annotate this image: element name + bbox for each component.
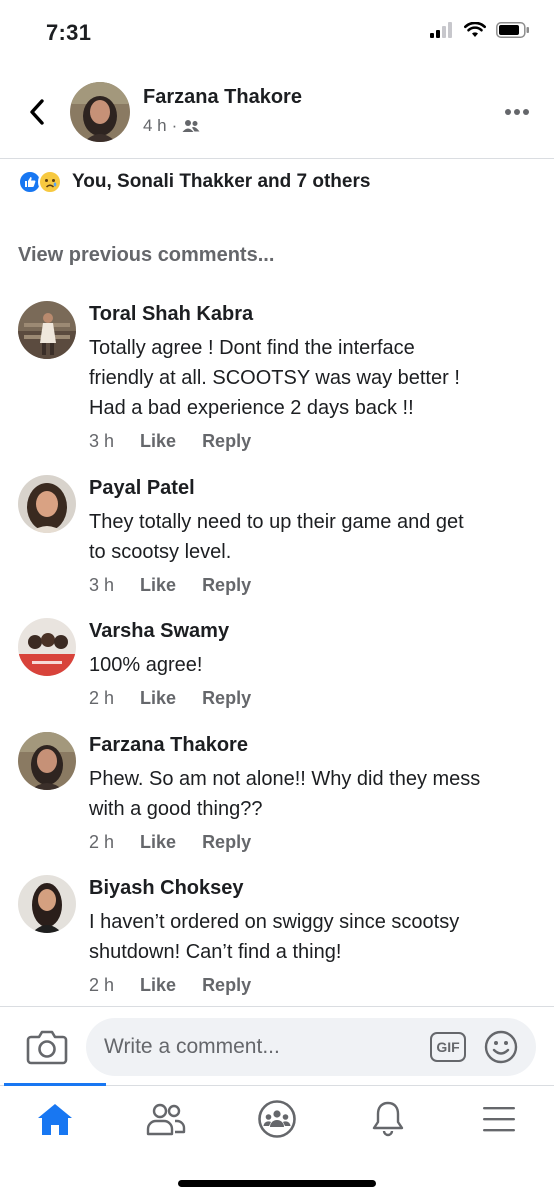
tab-friends[interactable] — [111, 1092, 221, 1146]
tab-notifications[interactable] — [333, 1092, 443, 1146]
reactions-summary[interactable]: You, Sonali Thakker and 7 others — [18, 168, 370, 196]
more-options-button[interactable] — [502, 100, 532, 124]
like-button[interactable]: Like — [140, 832, 176, 853]
tab-menu[interactable] — [444, 1092, 554, 1146]
reply-button[interactable]: Reply — [202, 832, 251, 853]
commenter-name[interactable]: Varsha Swamy — [89, 620, 229, 643]
chevron-left-icon — [30, 99, 44, 125]
groups-icon — [258, 1100, 296, 1138]
like-button[interactable]: Like — [140, 575, 176, 596]
friends-icon — [146, 1103, 186, 1136]
post-meta: 4 h · — [143, 116, 200, 136]
commenter-avatar[interactable] — [18, 732, 76, 790]
menu-icon — [483, 1107, 515, 1132]
back-button[interactable] — [22, 94, 52, 130]
header-divider — [0, 158, 554, 159]
camera-button[interactable] — [26, 1028, 68, 1066]
like-button[interactable]: Like — [140, 431, 176, 452]
status-time: 7:31 — [46, 20, 92, 45]
comment-text: They totally need to up their game and g… — [89, 511, 464, 563]
commenter-name[interactable]: Biyash Choksey — [89, 877, 244, 900]
active-tab-indicator — [4, 1083, 106, 1086]
tab-groups[interactable] — [222, 1092, 332, 1146]
commenter-name[interactable]: Farzana Thakore — [89, 734, 248, 757]
like-button[interactable]: Like — [140, 975, 176, 996]
comment-time: 3 h — [89, 431, 115, 451]
reply-button[interactable]: Reply — [202, 575, 251, 596]
comment-time: 2 h — [89, 832, 115, 852]
comment-actions: 2 h Like Reply — [89, 832, 251, 853]
comment-text: Phew. So am not alone!! Why did they mes… — [89, 768, 481, 820]
post-time: 4 h — [143, 116, 167, 135]
status-icons — [430, 22, 530, 38]
comment-time: 2 h — [89, 975, 115, 995]
comment-actions: 3 h Like Reply — [89, 575, 251, 596]
more-horizontal-icon — [505, 109, 529, 115]
comment-time: 2 h — [89, 688, 115, 708]
sad-reaction-icon — [38, 170, 62, 194]
author-avatar[interactable] — [70, 82, 130, 142]
commenter-name[interactable]: Payal Patel — [89, 477, 195, 500]
view-previous-comments-link[interactable]: View previous comments... — [18, 244, 274, 267]
reply-button[interactable]: Reply — [202, 975, 251, 996]
comment-actions: 2 h Like Reply — [89, 688, 251, 709]
composer-divider — [0, 1006, 554, 1007]
notifications-icon — [372, 1101, 404, 1137]
comment-time: 3 h — [89, 575, 115, 595]
commenter-avatar[interactable] — [18, 475, 76, 533]
like-button[interactable]: Like — [140, 688, 176, 709]
comment-actions: 3 h Like Reply — [89, 431, 251, 452]
commenter-avatar[interactable] — [18, 301, 76, 359]
battery-icon — [496, 22, 529, 38]
comment-text: I haven’t ordered on swiggy since scoots… — [89, 911, 460, 963]
emoji-icon — [484, 1030, 518, 1064]
tab-home[interactable] — [0, 1092, 110, 1146]
comment-input[interactable] — [86, 1018, 536, 1076]
home-indicator — [178, 1180, 376, 1187]
wifi-icon — [464, 22, 486, 37]
emoji-button[interactable] — [484, 1030, 518, 1064]
post-author-name[interactable]: Farzana Thakore — [143, 86, 302, 109]
comment-text: 100% agree! — [89, 654, 203, 676]
friends-audience-icon — [182, 120, 200, 132]
commenter-avatar[interactable] — [18, 875, 76, 933]
commenter-name[interactable]: Toral Shah Kabra — [89, 303, 253, 326]
reply-button[interactable]: Reply — [202, 688, 251, 709]
home-icon — [38, 1104, 72, 1135]
gif-button[interactable]: GIF — [430, 1032, 466, 1062]
comment-text: Totally agree ! Dont find the interface … — [89, 337, 460, 419]
camera-icon — [26, 1030, 68, 1065]
reply-button[interactable]: Reply — [202, 431, 251, 452]
meta-separator: · — [171, 116, 178, 135]
reactions-text: You, Sonali Thakker and 7 others — [72, 171, 371, 192]
cellular-signal-icon — [430, 22, 452, 38]
commenter-avatar[interactable] — [18, 618, 76, 676]
comment-actions: 2 h Like Reply — [89, 975, 251, 996]
